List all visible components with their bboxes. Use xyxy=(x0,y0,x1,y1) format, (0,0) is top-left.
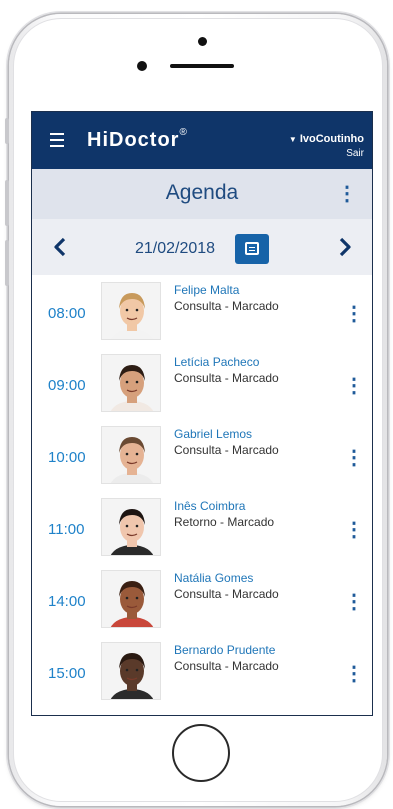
appointment-time: 09:00 xyxy=(48,377,86,394)
patient-avatar xyxy=(101,642,161,700)
mute-switch xyxy=(5,118,9,144)
appointment-status: Consulta - Marcado xyxy=(174,443,279,457)
patient-photo xyxy=(110,437,154,483)
camera-icon xyxy=(198,37,207,46)
volume-up-button xyxy=(5,180,9,226)
patient-photo xyxy=(110,365,154,411)
registered-mark: ® xyxy=(179,127,188,138)
patient-avatar xyxy=(101,354,161,412)
row-options-icon[interactable]: ⋮ xyxy=(344,520,364,540)
patient-photo xyxy=(110,293,154,339)
appointment-status: Consulta - Marcado xyxy=(174,299,279,313)
patient-avatar xyxy=(101,498,161,556)
chevron-left-icon[interactable] xyxy=(52,237,68,257)
app-logo: HiDoctor® xyxy=(87,127,188,152)
patient-avatar xyxy=(101,570,161,628)
patient-name: Inês Coimbra xyxy=(174,499,246,513)
appointment-status: Retorno - Marcado xyxy=(174,515,275,529)
patient-name: Natália Gomes xyxy=(174,571,254,585)
page-title: Agenda xyxy=(165,181,239,204)
chevron-right-icon[interactable] xyxy=(337,237,353,257)
appointment-time: 15:00 xyxy=(48,665,86,682)
appointment-row[interactable]: 15:00 Bernardo Prudente Consulta - Marca… xyxy=(32,635,372,707)
user-name: IvoCoutinho xyxy=(299,133,364,145)
appointment-status: Consulta - Marcado xyxy=(174,587,279,601)
patient-name: Bernardo Prudente xyxy=(174,643,276,657)
patient-name: Gabriel Lemos xyxy=(174,427,253,441)
current-date: 21/02/2018 xyxy=(135,240,216,257)
row-options-icon[interactable]: ⋮ xyxy=(344,376,364,396)
row-options-icon[interactable]: ⋮ xyxy=(344,448,364,468)
more-options-icon[interactable]: ⋮ xyxy=(337,184,357,204)
row-options-icon[interactable]: ⋮ xyxy=(344,592,364,612)
appointment-status: Consulta - Marcado xyxy=(174,659,279,673)
patient-avatar xyxy=(101,426,161,484)
appointment-row[interactable]: 10:00 Gabriel Lemos Consulta - Marcado ⋮ xyxy=(32,419,372,491)
volume-down-button xyxy=(5,240,9,286)
appointment-time: 08:00 xyxy=(48,305,86,322)
appointment-row[interactable]: 14:00 Natália Gomes Consulta - Marcado ⋮ xyxy=(32,563,372,635)
user-menu[interactable]: ▼ IvoCoutinho Sair xyxy=(289,132,364,161)
top-bar: HiDoctor® ▼ IvoCoutinho Sair xyxy=(32,112,372,169)
appointment-time: 10:00 xyxy=(48,449,86,466)
logout-link[interactable]: Sair xyxy=(289,147,364,161)
appointment-status: Consulta - Marcado xyxy=(174,371,279,385)
logo-text: HiDoctor xyxy=(87,129,180,151)
calendar-button[interactable] xyxy=(235,234,269,264)
app-screen: HiDoctor® ▼ IvoCoutinho Sair Agenda ⋮ 21/… xyxy=(31,111,373,716)
appointment-list: 08:00 Felipe Malta Consulta - Marcado ⋮ … xyxy=(32,275,372,707)
row-options-icon[interactable]: ⋮ xyxy=(344,664,364,684)
patient-photo xyxy=(110,581,154,627)
calendar-icon xyxy=(245,242,259,255)
row-options-icon[interactable]: ⋮ xyxy=(344,304,364,324)
appointment-row[interactable]: 11:00 Inês Coimbra Retorno - Marcado ⋮ xyxy=(32,491,372,563)
appointment-row[interactable]: 09:00 Letícia Pacheco Consulta - Marcado… xyxy=(32,347,372,419)
home-button[interactable] xyxy=(172,724,230,782)
title-bar: Agenda ⋮ xyxy=(32,169,372,219)
patient-photo xyxy=(110,653,154,699)
appointment-time: 11:00 xyxy=(48,521,85,538)
front-sensor-icon xyxy=(137,61,147,71)
patient-name: Letícia Pacheco xyxy=(174,355,260,369)
date-navigator: 21/02/2018 xyxy=(32,219,372,275)
patient-name: Felipe Malta xyxy=(174,283,240,297)
hamburger-menu-icon[interactable] xyxy=(50,133,64,147)
appointment-time: 14:00 xyxy=(48,593,86,610)
patient-photo xyxy=(110,509,154,555)
appointment-row[interactable]: 08:00 Felipe Malta Consulta - Marcado ⋮ xyxy=(32,275,372,347)
earpiece-speaker xyxy=(170,64,234,68)
caret-down-icon: ▼ xyxy=(288,135,297,144)
patient-avatar xyxy=(101,282,161,340)
